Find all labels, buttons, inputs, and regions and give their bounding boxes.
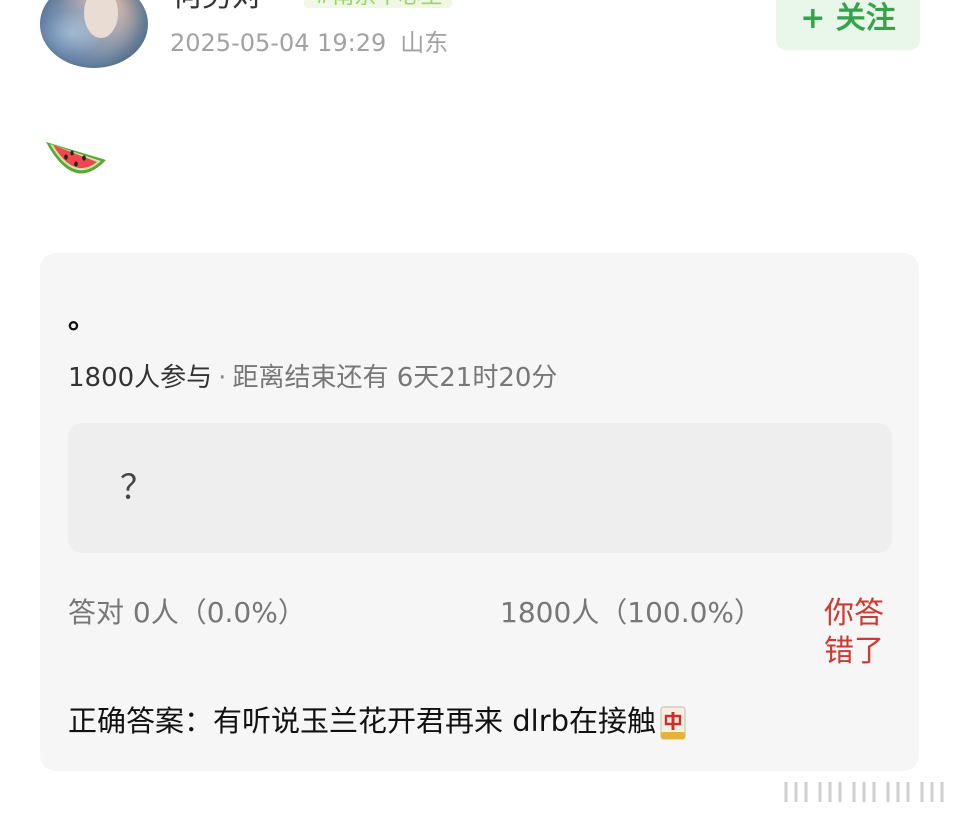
quiz-option[interactable]: ？ xyxy=(68,423,892,553)
quiz-title: 。 xyxy=(68,302,97,335)
follow-button[interactable]: + 关注 xyxy=(776,0,920,50)
quiz-card: 。 1800人参与 · 距离结束还有 6天21时20分 ？ 答对 0人（0.0%） … xyxy=(40,253,919,771)
avatar[interactable] xyxy=(40,0,148,68)
participant-count: 1800人参与 xyxy=(68,363,213,393)
watermelon-icon xyxy=(46,142,106,174)
countdown: 距离结束还有 6天21时20分 xyxy=(232,363,558,393)
timestamp: 2025-05-04 19:29 xyxy=(170,29,387,57)
location: 山东 xyxy=(400,29,449,57)
watermark-logo xyxy=(784,782,944,802)
answer-label: 正确答案： xyxy=(68,704,214,738)
username[interactable]: 何男对 xyxy=(172,0,262,14)
wrong-count: 1800人（100.0%） xyxy=(500,596,763,629)
answer-text: 有听说玉兰花开君再来 dlrb在接触 xyxy=(213,704,657,738)
mahjong-red-dragon-icon xyxy=(660,706,686,740)
stats-separator: · xyxy=(218,363,227,393)
quiz-stats: 1800人参与 · 距离结束还有 6天21时20分 xyxy=(68,361,557,395)
topic-tag[interactable]: #南京中心生 xyxy=(304,0,453,8)
option-text: ？ xyxy=(120,468,154,508)
correct-count: 答对 0人（0.0%） xyxy=(68,596,306,629)
post-header: 何男对 #南京中心生 2025-05-04 19:29 山东 + 关注 xyxy=(0,0,960,90)
result-status: 你答错了 xyxy=(824,596,884,669)
correct-answer: 正确答案：有听说玉兰花开君再来 dlrb在接触 xyxy=(68,701,686,741)
post-meta: 2025-05-04 19:29 山东 xyxy=(170,28,448,58)
